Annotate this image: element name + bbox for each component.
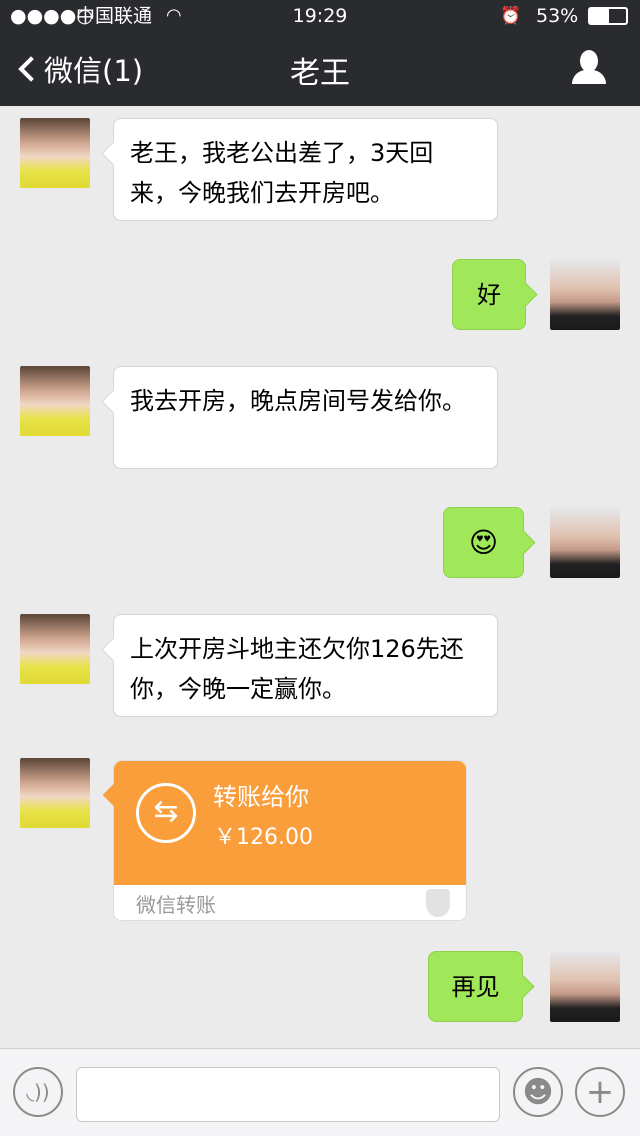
transfer-title: 转账给你 — [213, 783, 309, 811]
emoji-message[interactable]: 😍 — [443, 507, 524, 578]
avatar-contact[interactable] — [20, 614, 90, 684]
contact-info-button[interactable] — [572, 50, 606, 84]
transfer-icon: ⇆ — [136, 783, 196, 843]
more-button[interactable]: + — [575, 1067, 625, 1117]
voice-button[interactable]: ◟)) — [13, 1067, 63, 1117]
message-bubble-left[interactable]: 我去开房，晚点房间号发给你。 — [113, 366, 498, 469]
alarm-icon: ⏰ — [500, 6, 522, 26]
message-bubble-right[interactable]: 再见 — [428, 951, 523, 1022]
emoji-button[interactable]: ☻ — [513, 1067, 563, 1117]
plus-icon: + — [585, 1072, 615, 1112]
chat-title: 老王 — [290, 56, 350, 91]
voice-icon: ◟)) — [26, 1080, 50, 1104]
avatar-self[interactable] — [550, 260, 620, 330]
message-input[interactable] — [76, 1067, 500, 1122]
person-icon — [580, 50, 598, 72]
smiley-icon: ☻ — [522, 1074, 554, 1110]
input-toolbar: ◟)) ☻ + — [0, 1048, 640, 1136]
transfer-amount: ￥126.00 — [214, 825, 313, 850]
transfer-card[interactable]: ⇆ 转账给你 ￥126.00 微信转账 — [113, 760, 467, 921]
message-bubble-left[interactable]: 老王，我老公出差了，3天回来，今晚我们去开房吧。 — [113, 118, 498, 221]
avatar-self[interactable] — [550, 952, 620, 1022]
avatar-contact[interactable] — [20, 118, 90, 188]
header: ●●●●○ 中国联通 ◠ 19:29 ⏰ 53% 微信(1) 老王 — [0, 0, 640, 106]
transfer-footer: 微信转账 — [136, 893, 216, 917]
message-bubble-right[interactable]: 好 — [452, 259, 526, 330]
avatar-contact[interactable] — [20, 758, 90, 828]
message-bubble-left[interactable]: 上次开房斗地主还欠你126先还你，今晚一定赢你。 — [113, 614, 498, 717]
battery-icon — [588, 7, 628, 25]
shield-icon — [426, 889, 450, 917]
transfer-card-body: ⇆ 转账给你 ￥126.00 — [114, 761, 466, 885]
battery-percent: 53% — [536, 5, 579, 27]
avatar-contact[interactable] — [20, 366, 90, 436]
avatar-self[interactable] — [550, 508, 620, 578]
